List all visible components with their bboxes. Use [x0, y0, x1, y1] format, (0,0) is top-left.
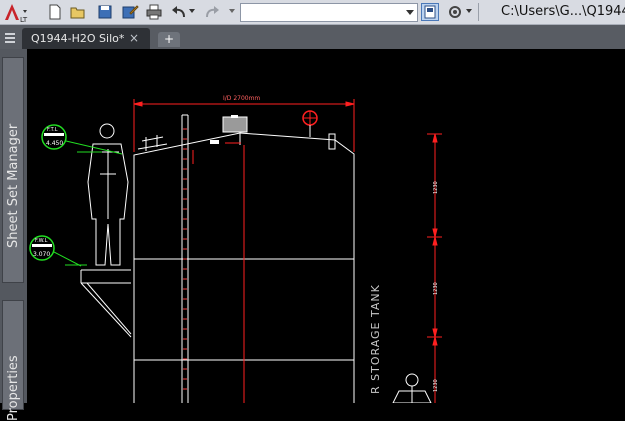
properties-label: Properties: [6, 355, 21, 421]
ftl-label: F.T.L: [47, 127, 58, 133]
title-bar: LT C:\Users\G...\Q1944: [0, 0, 625, 25]
silo-drawing: I/D 2700mm F.T.L 4.450 F.W.L 3.070 R STO…: [29, 95, 442, 403]
window-title: C:\Users\G...\Q1944: [501, 4, 625, 19]
right-dimension-line: [427, 133, 442, 403]
drawing-canvas[interactable]: I/D 2700mm F.T.L 4.450 F.W.L 3.070 R STO…: [27, 49, 625, 403]
dim-text-3: 1230: [433, 379, 439, 392]
tank-label: R STORAGE TANK: [369, 284, 382, 394]
undo-button[interactable]: [170, 3, 188, 21]
fwl-label: F.W.L: [35, 238, 48, 244]
human-figure: [87, 123, 129, 266]
close-icon[interactable]: ×: [129, 31, 139, 45]
open-icon: [70, 7, 85, 19]
new-button[interactable]: [46, 3, 64, 21]
save-as-button[interactable]: [121, 3, 139, 21]
workspace-dropdown[interactable]: [240, 3, 418, 22]
top-dimension-text: I/D 2700mm: [223, 95, 260, 102]
plus-icon: +: [163, 32, 175, 46]
toolbar-separator: [478, 3, 479, 21]
settings-button[interactable]: [446, 3, 464, 21]
redo-button[interactable]: [203, 3, 221, 21]
human-figure-small: [392, 373, 432, 403]
roof-nozzle: [210, 140, 219, 144]
palette-bar: Sheet Set Manager Properties: [0, 49, 27, 421]
layout-icon: [424, 5, 436, 19]
file-tab-bar: Q1944-H2O Silo* × +: [0, 25, 625, 49]
ftl-value: 4.450: [46, 140, 63, 147]
side-platform: [80, 269, 132, 338]
open-button[interactable]: [69, 3, 87, 21]
save-as-icon: [122, 5, 139, 19]
settings-dropdown-icon[interactable]: [466, 9, 472, 13]
gear-icon: [449, 6, 461, 18]
redo-icon: [206, 6, 219, 18]
tab-q1944-h2o-silo[interactable]: Q1944-H2O Silo* ×: [22, 28, 150, 49]
properties-palette[interactable]: Properties: [2, 300, 24, 421]
sheet-set-manager-label: Sheet Set Manager: [6, 123, 21, 248]
redo-dropdown-icon[interactable]: [229, 9, 235, 13]
dim-text-2: 1230: [433, 282, 439, 295]
save-button[interactable]: [96, 3, 114, 21]
app-logo-letters: LT: [20, 16, 28, 23]
fwl-value: 3.070: [33, 251, 50, 258]
application-menu-button[interactable]: LT: [1, 1, 37, 24]
chevron-down-icon: [406, 10, 414, 15]
tab-label: Q1944-H2O Silo*: [31, 32, 125, 45]
tab-menu-icon[interactable]: [5, 33, 17, 43]
vent-valve: [302, 110, 318, 137]
workspace-toggle-button[interactable]: [421, 3, 439, 21]
save-icon: [98, 5, 112, 19]
dim-text-1: 1230: [433, 181, 439, 194]
plot-button[interactable]: [145, 3, 163, 21]
sheet-set-manager-palette[interactable]: Sheet Set Manager: [2, 57, 24, 283]
new-icon: [49, 4, 61, 20]
plot-icon: [146, 4, 162, 20]
manhole-fitting: [222, 115, 248, 145]
undo-dropdown-icon[interactable]: [189, 9, 195, 13]
roof-pipe: [328, 133, 336, 150]
new-tab-button[interactable]: +: [158, 32, 180, 47]
autocad-logo-icon: LT: [5, 4, 28, 24]
ladder-rungs: [183, 128, 187, 390]
undo-icon: [172, 6, 185, 18]
